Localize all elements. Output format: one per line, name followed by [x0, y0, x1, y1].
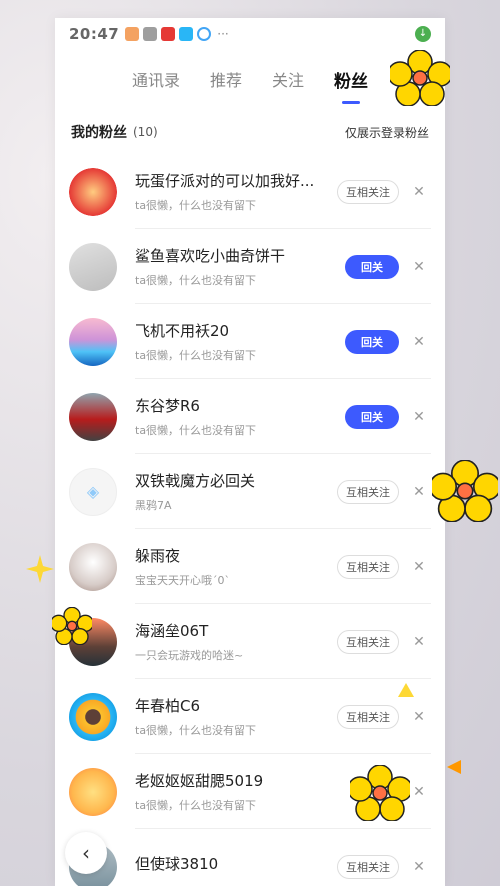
avatar	[69, 167, 117, 216]
avatar	[69, 692, 117, 741]
mutual-follow-button[interactable]: 互相关注	[337, 629, 399, 654]
back-button[interactable]: ‹	[65, 832, 107, 874]
list-item[interactable]: 鲨鱼喜欢吃小曲奇饼干 ta很懒，什么也没有留下 回关 ✕	[55, 229, 445, 304]
avatar	[69, 542, 117, 591]
fan-bio: ta很懒，什么也没有留下	[135, 274, 257, 287]
follow-back-button[interactable]: 回关	[345, 254, 399, 279]
follow-back-button[interactable]: 回关	[345, 404, 399, 429]
avatar	[69, 767, 117, 816]
app-notification-icon	[161, 27, 176, 41]
tab-fans[interactable]: 粉丝	[332, 63, 370, 96]
sparkle-sticker-icon	[26, 555, 54, 583]
list-item[interactable]: 年春柏C6 ta很懒，什么也没有留下 互相关注 ✕	[55, 679, 445, 754]
flower-sticker-icon	[350, 765, 410, 821]
avatar	[69, 392, 117, 441]
fan-name: 鲨鱼喜欢吃小曲奇饼干	[135, 247, 286, 265]
tab-following[interactable]: 关注	[270, 63, 306, 95]
list-item[interactable]: ◈ 双铁戟魔方必回关 黑鸦7A 互相关注 ✕	[55, 454, 445, 529]
list-title: 我的粉丝	[71, 125, 127, 141]
close-icon[interactable]: ✕	[407, 859, 431, 875]
list-item[interactable]: 但使球3810 互相关注 ✕	[55, 829, 445, 886]
fan-bio: ta很懒，什么也没有留下	[135, 349, 257, 362]
triangle-sticker-icon	[447, 760, 461, 774]
fan-name: 玩蛋仔派对的可以加我好...	[135, 172, 315, 190]
chevron-left-icon: ‹	[82, 841, 90, 865]
mutual-follow-button[interactable]: 互相关注	[337, 854, 399, 879]
mutual-follow-button[interactable]: 互相关注	[337, 179, 399, 204]
close-icon[interactable]: ✕	[407, 634, 431, 650]
mutual-follow-button[interactable]: 互相关注	[337, 704, 399, 729]
fan-bio: ta很懒，什么也没有留下	[135, 724, 257, 737]
fan-bio: 黑鸦7A	[135, 499, 172, 512]
fan-bio: ta很懒，什么也没有留下	[135, 799, 257, 812]
avatar	[69, 242, 117, 291]
fan-name: 但使球3810	[135, 855, 219, 873]
fan-bio: ta很懒，什么也没有留下	[135, 424, 257, 437]
status-time: 20:47	[69, 25, 120, 43]
fan-name: 躲雨夜	[135, 547, 181, 565]
fan-bio: ta很懒，什么也没有留下	[135, 199, 257, 212]
fan-bio: 宝宝天天开心哦´0`	[135, 574, 230, 587]
avatar: ◈	[69, 467, 117, 516]
flower-sticker-icon	[52, 607, 92, 645]
show-logged-in-fans-link[interactable]: 仅展示登录粉丝	[345, 124, 429, 141]
list-item[interactable]: 东谷梦R6 ta很懒，什么也没有留下 回关 ✕	[55, 379, 445, 454]
app-notification-icon	[125, 27, 140, 41]
tab-contacts[interactable]: 通讯录	[130, 63, 182, 95]
fan-name: 海涵垒06T	[135, 622, 209, 640]
fan-name: 双铁戟魔方必回关	[135, 472, 256, 490]
close-icon[interactable]: ✕	[407, 709, 431, 725]
notification-icons	[125, 27, 212, 41]
top-tabs: 通讯录 推荐 关注 粉丝	[55, 54, 445, 104]
fan-name: 老妪妪妪甜腮5019	[135, 772, 264, 790]
close-icon[interactable]: ✕	[407, 184, 431, 200]
list-item[interactable]: 玩蛋仔派对的可以加我好... ta很懒，什么也没有留下 互相关注 ✕	[55, 154, 445, 229]
triangle-sticker-icon	[398, 683, 414, 697]
close-icon[interactable]: ✕	[407, 484, 431, 500]
status-bar: 20:47 ··· ↓	[55, 18, 445, 50]
download-icon: ↓	[415, 26, 431, 42]
list-item[interactable]: 飞机不用袄20 ta很懒，什么也没有留下 回关 ✕	[55, 304, 445, 379]
list-item[interactable]: 海涵垒06T 一只会玩游戏的哈迷~ 互相关注 ✕	[55, 604, 445, 679]
fan-count: (10)	[133, 125, 158, 139]
mutual-follow-button[interactable]: 互相关注	[337, 554, 399, 579]
app-notification-icon	[179, 27, 194, 41]
flower-sticker-icon	[390, 50, 450, 106]
close-icon[interactable]: ✕	[407, 559, 431, 575]
list-item[interactable]: 躲雨夜 宝宝天天开心哦´0` 互相关注 ✕	[55, 529, 445, 604]
close-icon[interactable]: ✕	[407, 409, 431, 425]
close-icon[interactable]: ✕	[407, 334, 431, 350]
more-notifications-icon: ···	[217, 27, 229, 41]
wechat-icon	[143, 27, 158, 41]
app-notification-icon	[197, 27, 212, 41]
tab-recommend[interactable]: 推荐	[208, 63, 244, 95]
avatar	[69, 317, 117, 366]
fan-name: 东谷梦R6	[135, 397, 200, 415]
close-icon[interactable]: ✕	[407, 259, 431, 275]
follow-back-button[interactable]: 回关	[345, 329, 399, 354]
app-screen: 20:47 ··· ↓ 通讯录 推荐 关注 粉丝 我的粉丝 (10) 仅展示登录…	[55, 18, 445, 886]
close-icon[interactable]: ✕	[407, 784, 431, 800]
fan-name: 飞机不用袄20	[135, 322, 230, 340]
fan-bio: 一只会玩游戏的哈迷~	[135, 649, 244, 662]
flower-sticker-icon	[432, 460, 498, 522]
list-header: 我的粉丝 (10) 仅展示登录粉丝	[55, 118, 445, 146]
fan-name: 年春柏C6	[135, 697, 201, 715]
mutual-follow-button[interactable]: 互相关注	[337, 479, 399, 504]
